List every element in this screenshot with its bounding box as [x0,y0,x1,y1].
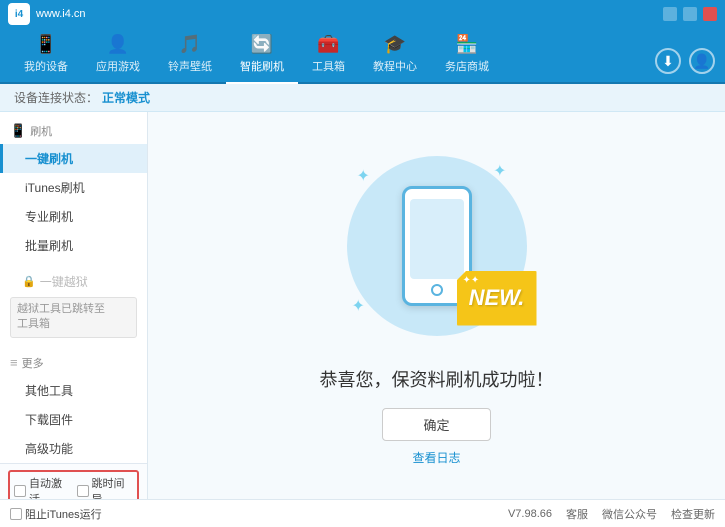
logo-icon: i4 [8,3,30,25]
wechat-link[interactable]: 微信公众号 [602,506,657,522]
itunes-block-label: 阻止iTunes运行 [25,506,102,522]
nav-toolbox-label: 工具箱 [312,58,345,74]
nav-my-device[interactable]: 📱 我的设备 [10,28,82,84]
my-device-icon: 📱 [35,34,57,55]
new-badge-text: NEW. [469,285,525,311]
more-section-label: 更多 [22,355,44,371]
tutorial-icon: 🎓 [384,34,406,55]
success-message: 恭喜您，保资料刷机成功啦！ [320,366,554,392]
titlebar: i4 www.i4.cn [0,0,725,28]
sparkle-bottom-left: ✦ [352,296,365,316]
time-guide-checkbox[interactable]: 跳时间导 [77,475,134,499]
logo-text: www.i4.cn [36,8,86,20]
pro-flash-label: 专业刷机 [25,210,73,224]
nav-ringtone-label: 铃声壁纸 [168,58,212,74]
customer-service-link[interactable]: 客服 [566,506,588,522]
badge-stars: ✦✦ [463,275,480,286]
nav-smart-flash[interactable]: 🔄 智能刷机 [226,28,298,84]
phone-home-button [431,284,443,296]
check-update-link[interactable]: 检查更新 [671,506,715,522]
section-title-more: ≡ 更多 [0,350,147,376]
batch-flash-label: 批量刷机 [25,239,73,253]
sidebar: 📱 刷机 一键刷机 iTunes刷机 专业刷机 批量刷机 🔒 一键越狱 越狱工具… [0,112,148,499]
bottombar-right: V7.98.66 客服 微信公众号 检查更新 [508,506,715,522]
lock-icon: 🔒 [22,275,36,288]
user-button[interactable]: 👤 [689,48,715,74]
smart-flash-icon: 🔄 [251,34,273,55]
auto-activate-checkbox[interactable]: 自动激活 [14,475,71,499]
statusbar-value: 正常模式 [102,89,150,106]
sidebar-batch-flash[interactable]: 批量刷机 [0,231,147,260]
device-section: 自动激活 跳时间导 📱 iPhone 15 Pro Max 512GB iPho… [0,463,147,499]
nav-apps-games-label: 应用游戏 [96,58,140,74]
nav-toolbox[interactable]: 🧰 工具箱 [298,28,359,84]
sidebar-one-key-flash[interactable]: 一键刷机 [0,144,147,173]
auto-activate-box[interactable] [14,485,26,497]
more-section-icon: ≡ [10,355,18,370]
sparkle-top-right: ✦ [493,161,506,181]
section-title-jailbreak: 🔒 一键越狱 [0,268,147,295]
sidebar-advanced[interactable]: 高级功能 [0,434,147,463]
new-badge: ✦✦ NEW. [457,271,537,326]
time-guide-label: 跳时间导 [92,475,134,499]
sparkle-top-left: ✦ [357,166,370,186]
bottombar-left: 阻止iTunes运行 [10,506,102,522]
nav-ringtone[interactable]: 🎵 铃声壁纸 [154,28,226,84]
version-label: V7.98.66 [508,508,552,520]
confirm-button[interactable]: 确定 [382,408,490,441]
itunes-block-checkbox[interactable]: 阻止iTunes运行 [10,506,102,522]
sidebar-download-fw[interactable]: 下载固件 [0,405,147,434]
navbar: 📱 我的设备 👤 应用游戏 🎵 铃声壁纸 🔄 智能刷机 🧰 工具箱 🎓 教程中心… [0,28,725,84]
sidebar-other-tools[interactable]: 其他工具 [0,376,147,405]
other-tools-label: 其他工具 [25,384,73,398]
jailbreak-label: 一键越狱 [40,273,88,290]
log-link[interactable]: 查看日志 [412,449,460,466]
jailbreak-note: 越狱工具已跳转至工具箱 [10,297,137,338]
content-area: ✦ ✦ ✦ ✦✦ NEW. 恭喜您，保资料刷机成功啦！ 确定 查看日志 [148,112,725,499]
flash-section-icon: 📱 [10,123,26,139]
sidebar-pro-flash[interactable]: 专业刷机 [0,202,147,231]
titlebar-right [663,7,717,21]
auto-options-panel: 自动激活 跳时间导 [8,470,139,499]
toolbox-icon: 🧰 [317,34,339,55]
download-button[interactable]: ⬇ [655,48,681,74]
nav-tutorial-label: 教程中心 [373,58,417,74]
ringtone-icon: 🎵 [179,34,201,55]
titlebar-left: i4 www.i4.cn [8,3,86,25]
statusbar: 设备连接状态： 正常模式 [0,84,725,112]
nav-right-actions: ⬇ 👤 [655,48,715,82]
nav-apps-games[interactable]: 👤 应用游戏 [82,28,154,84]
itunes-flash-label: iTunes刷机 [25,181,85,195]
nav-service[interactable]: 🏪 务店商城 [431,28,503,84]
nav-service-label: 务店商城 [445,58,489,74]
phone-screen [410,199,464,279]
bottombar: 阻止iTunes运行 V7.98.66 客服 微信公众号 检查更新 [0,499,725,527]
close-button[interactable] [703,7,717,21]
one-key-flash-label: 一键刷机 [25,152,73,166]
time-guide-box[interactable] [77,485,89,497]
auto-activate-label: 自动激活 [29,475,71,499]
section-title-flash: 📱 刷机 [0,118,147,144]
apps-games-icon: 👤 [107,34,129,55]
minimize-button[interactable] [663,7,677,21]
service-icon: 🏪 [456,34,478,55]
flash-section-label: 刷机 [30,123,52,139]
maximize-button[interactable] [683,7,697,21]
sidebar-itunes-flash[interactable]: iTunes刷机 [0,173,147,202]
nav-tutorial[interactable]: 🎓 教程中心 [359,28,431,84]
phone-illustration: ✦ ✦ ✦ ✦✦ NEW. [337,146,537,346]
itunes-block-box[interactable] [10,508,22,520]
nav-smart-flash-label: 智能刷机 [240,58,284,74]
download-fw-label: 下载固件 [25,413,73,427]
main-layout: 📱 刷机 一键刷机 iTunes刷机 专业刷机 批量刷机 🔒 一键越狱 越狱工具… [0,112,725,499]
advanced-label: 高级功能 [25,442,73,456]
statusbar-prefix: 设备连接状态： [14,89,98,106]
nav-my-device-label: 我的设备 [24,58,68,74]
